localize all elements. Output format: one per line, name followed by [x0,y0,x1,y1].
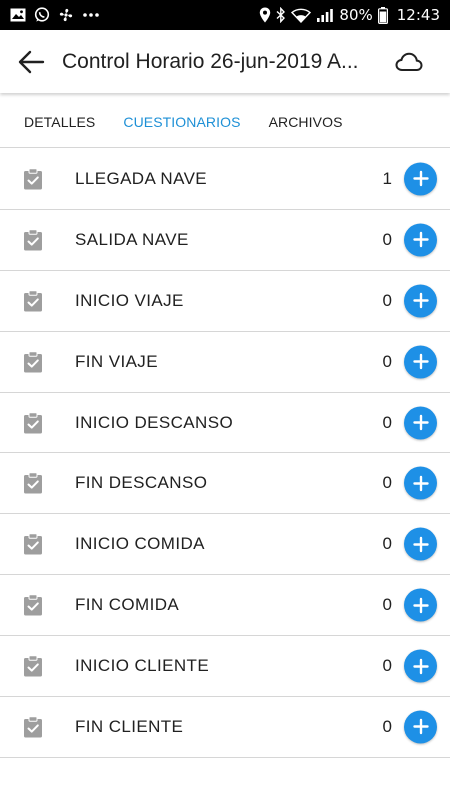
bluetooth-icon [276,7,286,23]
add-button[interactable] [404,406,437,439]
questionnaire-count: 0 [382,534,392,554]
cloud-icon [395,52,423,72]
add-button[interactable] [404,223,437,257]
list-item[interactable]: LLEGADA NAVE 1 [0,149,450,210]
plus-icon [412,171,429,187]
list-item[interactable]: FIN DESCANSO 0 [0,453,450,515]
clipboard-check-icon [23,229,43,251]
questionnaire-label: INICIO VIAJE [75,290,184,310]
clipboard-check-icon [23,533,43,555]
status-right: 80% 12:43 [259,6,440,24]
clipboard-check-icon [23,655,43,677]
plus-icon [412,597,429,613]
add-button[interactable] [404,284,437,318]
list-item[interactable]: SALIDA NAVE 0 [0,210,450,271]
add-button[interactable] [404,345,437,379]
plus-icon [412,658,429,674]
questionnaire-list: LLEGADA NAVE 1 SALIDA NAVE 0 INICIO VIAJ… [0,149,450,758]
add-button[interactable] [404,649,437,683]
plus-icon [412,414,429,431]
status-bar: 80% 12:43 [0,0,450,30]
signal-icon [316,8,334,23]
questionnaire-count: 0 [382,412,392,432]
add-button[interactable] [404,162,437,196]
list-item[interactable]: FIN CLIENTE 0 [0,697,450,758]
wifi-icon [291,8,312,23]
list-item[interactable]: INICIO VIAJE 0 [0,271,450,332]
status-left [10,7,100,23]
clipboard-check-icon [23,594,43,616]
clipboard-check-icon [23,472,43,494]
plus-icon [412,475,429,492]
tab-archivos[interactable]: ARCHIVOS [269,114,343,130]
questionnaire-label: FIN CLIENTE [75,716,184,736]
list-item[interactable]: INICIO COMIDA 0 [0,514,450,576]
questionnaire-count: 0 [382,716,392,736]
questionnaire-label: SALIDA NAVE [75,229,189,249]
plus-icon [412,293,429,309]
plus-icon [412,719,429,735]
clipboard-check-icon [23,350,43,373]
add-button[interactable] [404,466,437,500]
add-button[interactable] [404,588,437,622]
location-icon [259,7,271,23]
add-button[interactable] [404,527,437,561]
plus-icon [412,353,429,370]
more-dots-icon [82,12,100,18]
plus-icon [412,232,429,248]
questionnaire-label: INICIO COMIDA [75,534,205,554]
questionnaire-count: 0 [382,351,392,371]
add-button[interactable] [404,710,437,744]
questionnaire-count: 1 [382,168,392,188]
page-title: Control Horario 26-jun-2019 A... [62,49,359,73]
list-item[interactable]: FIN VIAJE 0 [0,332,450,393]
questionnaire-label: FIN DESCANSO [75,473,208,493]
questionnaire-count: 0 [382,473,392,493]
clipboard-check-icon [23,290,43,312]
questionnaire-label: INICIO CLIENTE [75,656,210,676]
questionnaire-count: 0 [382,656,392,676]
list-item[interactable]: INICIO DESCANSO 0 [0,393,450,454]
tab-detalles[interactable]: DETALLES [24,114,95,130]
tab-cuestionarios[interactable]: CUESTIONARIOS [123,114,240,130]
whatsapp-icon [34,7,50,23]
list-item[interactable]: INICIO CLIENTE 0 [0,636,450,698]
questionnaire-label: INICIO DESCANSO [75,412,234,432]
questionnaire-count: 0 [382,229,392,249]
arrow-back-icon [17,50,45,74]
list-item[interactable]: FIN COMIDA 0 [0,575,450,637]
fan-icon [58,7,74,23]
questionnaire-count: 0 [382,595,392,615]
questionnaire-label: FIN VIAJE [75,351,158,371]
plus-icon [412,536,429,552]
clipboard-check-icon [23,411,43,434]
clipboard-check-icon [23,168,43,190]
clipboard-check-icon [23,716,43,738]
questionnaire-label: FIN COMIDA [75,595,180,615]
battery-percentage: 80% [339,6,373,24]
cloud-sync-button[interactable] [368,30,450,93]
questionnaire-count: 0 [382,290,392,310]
clock: 12:43 [396,6,440,24]
tab-bar: DETALLES CUESTIONARIOS ARCHIVOS [0,96,450,148]
questionnaire-label: LLEGADA NAVE [75,168,208,188]
back-button[interactable] [0,30,62,93]
battery-icon [377,6,388,24]
app-bar: Control Horario 26-jun-2019 A... [0,30,450,93]
image-icon [10,8,26,22]
